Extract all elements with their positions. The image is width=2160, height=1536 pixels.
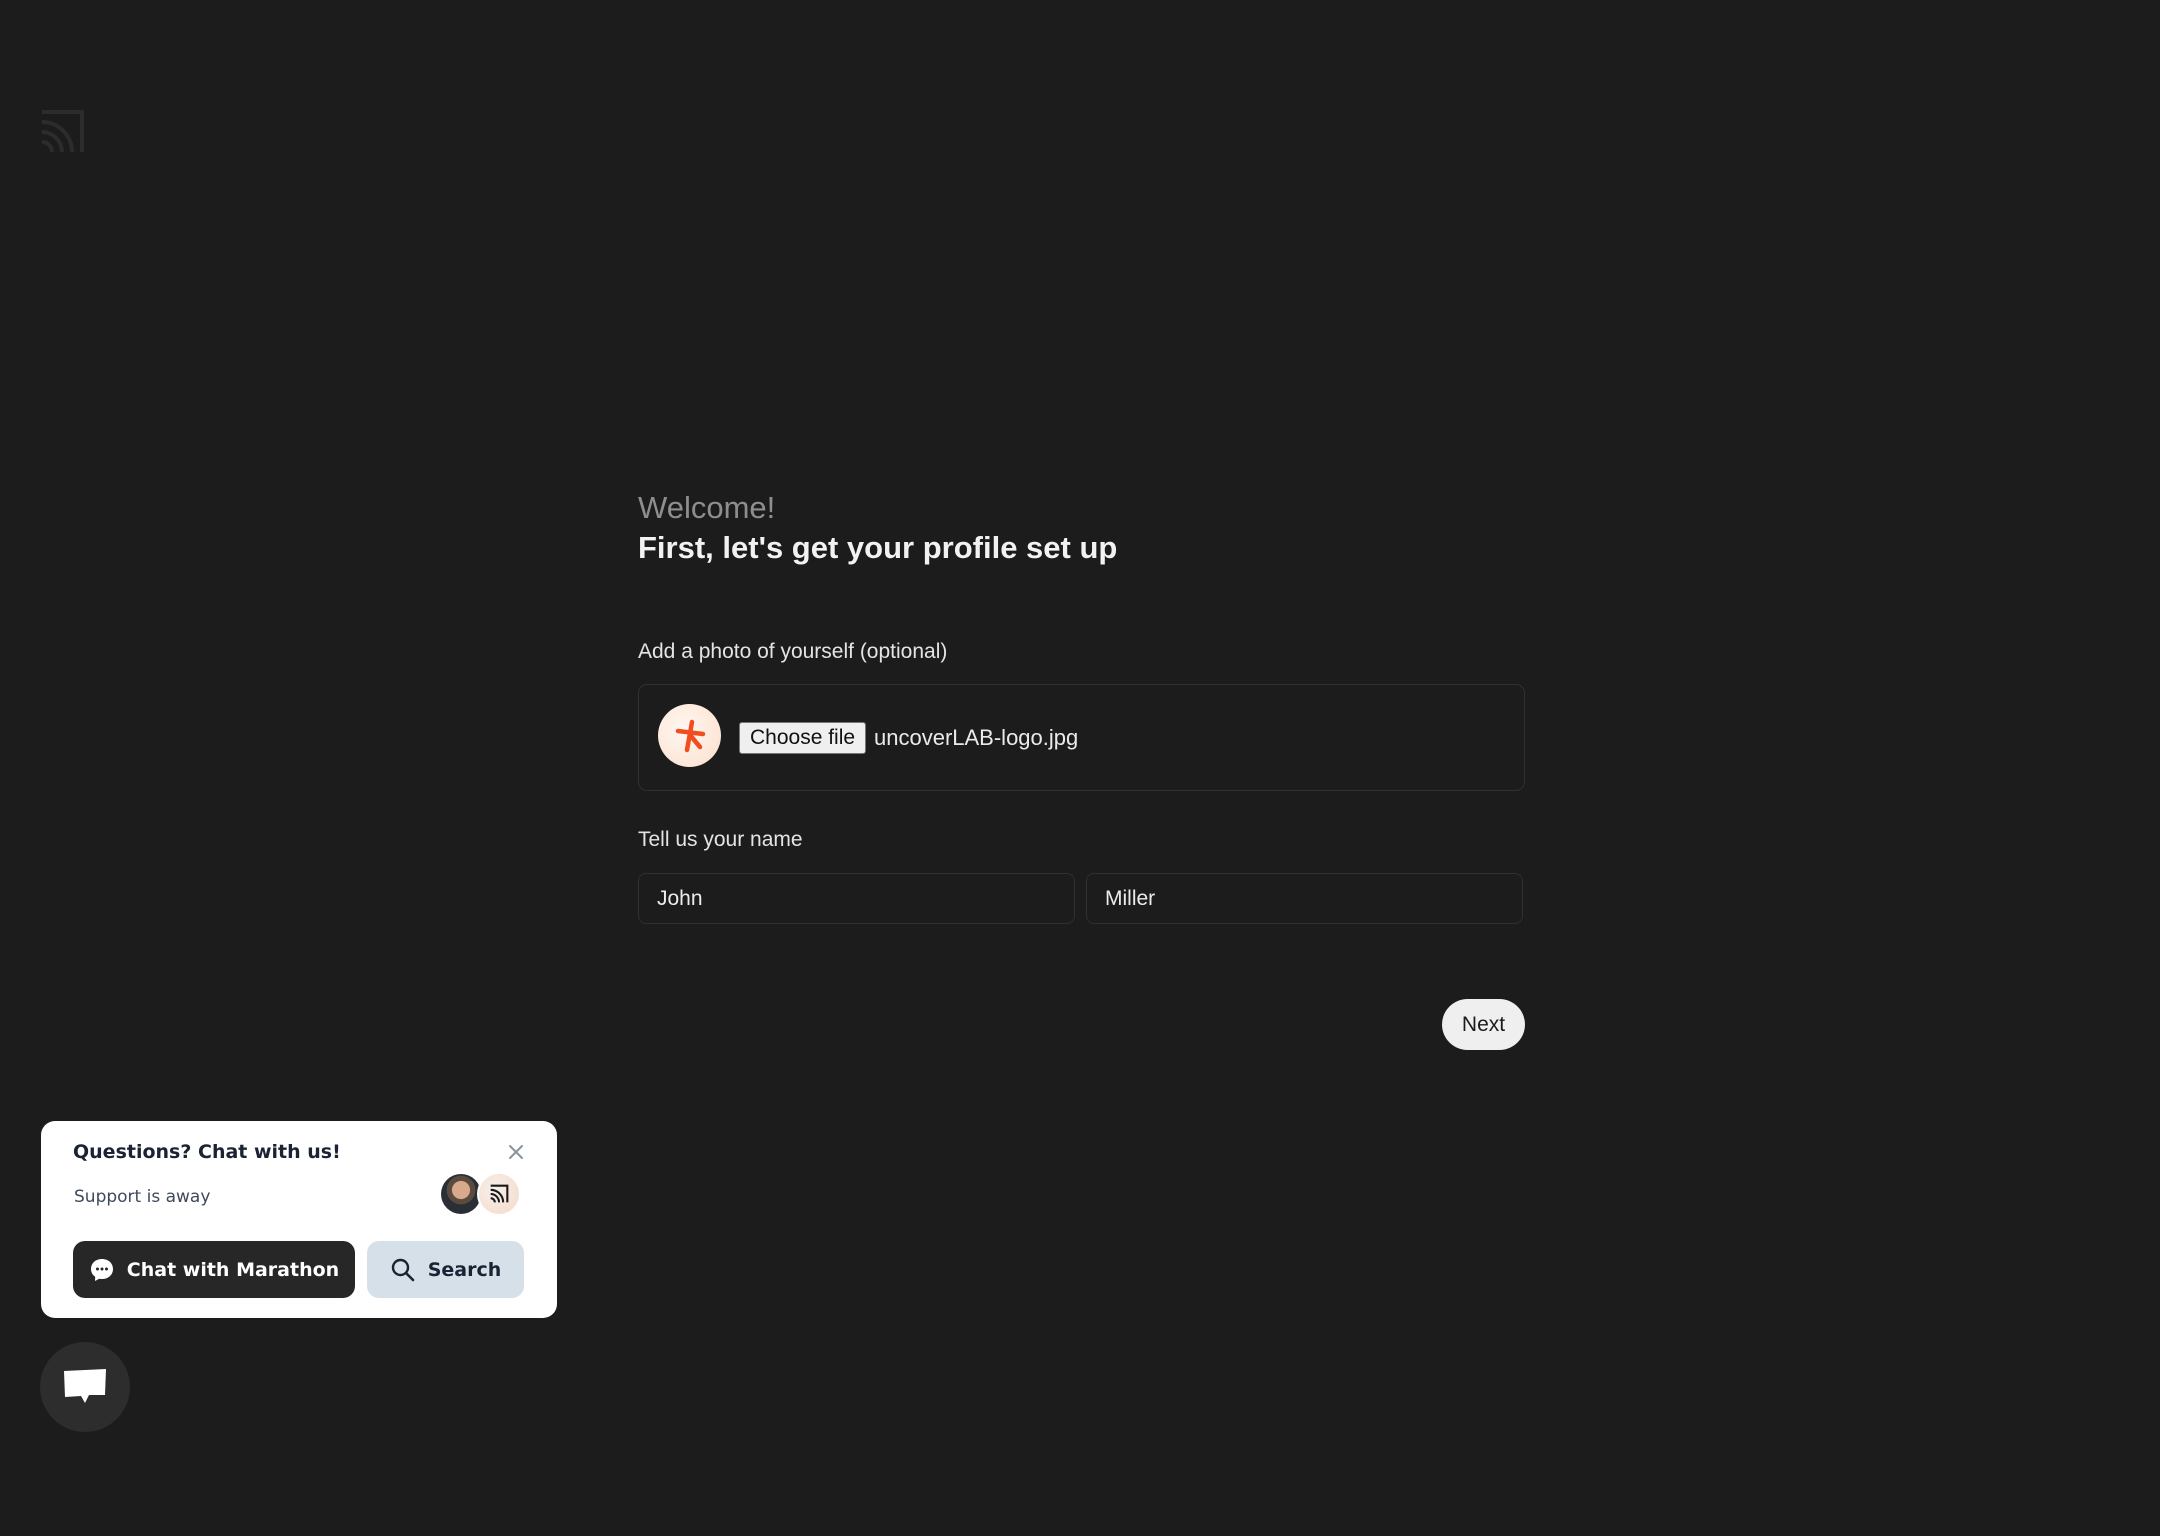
chat-launcher-button[interactable] [40,1342,130,1432]
support-status: Support is away [74,1187,211,1207]
chat-button-label: Chat with Marathon [126,1258,340,1281]
search-button-label: Search [427,1258,502,1281]
selected-file-name: uncoverLAB-logo.jpg [874,725,1079,750]
choose-file-button[interactable]: Choose file [739,722,867,754]
name-label: Tell us your name [638,828,803,851]
brand-avatar [477,1172,521,1216]
last-name-input[interactable] [1086,873,1523,924]
agent-avatar [441,1174,481,1214]
onboarding-form: Welcome! First, let's get your profile s… [638,488,1525,1050]
search-button[interactable]: Search [367,1241,524,1298]
first-name-input[interactable] [638,873,1075,924]
brand-logo-icon [490,1184,509,1203]
asterisk-logo-icon [675,719,705,752]
chat-widget-card: Questions? Chat with us! Support is away [41,1121,557,1318]
welcome-text: Welcome! [638,490,776,525]
photo-label: Add a photo of yourself (optional) [638,640,948,663]
chat-widget-title: Questions? Chat with us! [73,1141,341,1163]
page-title: First, let's get your profile set up [638,530,1118,565]
support-avatars [441,1172,531,1218]
chat-with-marathon-button[interactable]: Chat with Marathon [73,1241,355,1298]
photo-preview [658,704,721,767]
next-button[interactable]: Next [1442,999,1525,1050]
chat-bubble-icon [64,1369,106,1403]
search-icon [391,1258,415,1281]
close-icon[interactable] [505,1141,527,1163]
brand-logo-icon [38,108,86,156]
photo-upload-box: Choose file uncoverLAB-logo.jpg [638,684,1525,791]
chat-bubble-icon [90,1258,113,1281]
